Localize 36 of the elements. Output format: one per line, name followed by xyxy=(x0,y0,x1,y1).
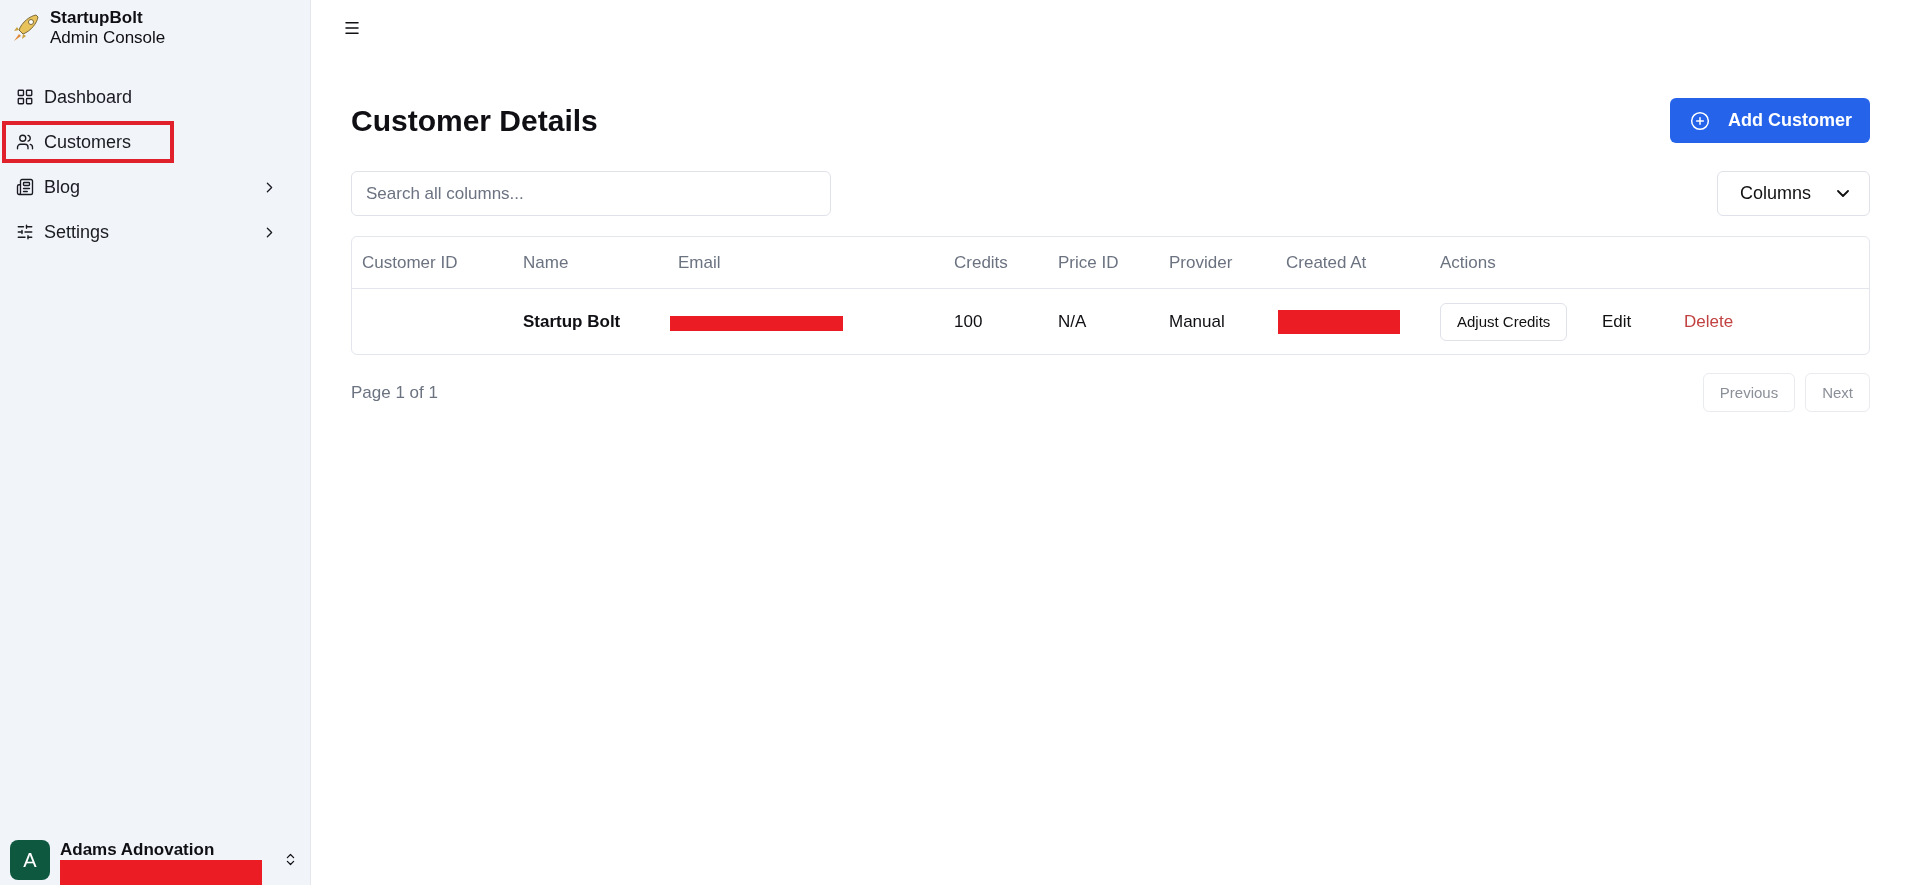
chevron-down-icon xyxy=(1837,190,1849,197)
grid-icon xyxy=(16,88,34,106)
column-header: Name xyxy=(523,252,570,273)
column-header: Provider xyxy=(1169,252,1234,273)
user-name: Adams Adnovation xyxy=(60,840,216,860)
nav-item[interactable]: Dashboard xyxy=(2,76,292,118)
column-header: Created At xyxy=(1286,252,1368,273)
column-header: Actions xyxy=(1440,252,1497,273)
plus-icon xyxy=(1690,110,1710,131)
nav-item[interactable]: Customers xyxy=(2,121,174,163)
table-cell-text: 100 xyxy=(954,311,984,332)
table-cell-text: Startup Bolt xyxy=(523,311,622,332)
column-header: Credits xyxy=(954,252,1009,273)
table-cell-text: N/A xyxy=(1058,311,1088,332)
avatar: A xyxy=(10,840,50,880)
adjust-credits-button[interactable]: Adjust Credits xyxy=(1440,302,1568,341)
table-cell-text: Manual xyxy=(1169,311,1226,332)
edit-button[interactable]: Edit xyxy=(1602,311,1632,332)
delete-button[interactable]: Delete xyxy=(1684,311,1734,332)
column-header: Customer ID xyxy=(362,252,459,273)
column-header: Price ID xyxy=(1058,252,1120,273)
users-icon xyxy=(16,133,34,151)
rocket-logo-icon xyxy=(12,13,40,43)
nav-item[interactable]: Blog xyxy=(2,166,292,208)
search-field[interactable]: Search all columns... xyxy=(351,171,831,216)
brand-subtitle: Admin Console xyxy=(50,28,166,48)
column-header: Email xyxy=(678,252,722,273)
sliders-icon xyxy=(16,223,34,241)
page-title: Customer Details xyxy=(351,103,598,138)
menu-icon[interactable] xyxy=(343,19,361,37)
newspaper-icon xyxy=(16,178,34,196)
columns-button[interactable]: Columns xyxy=(1716,171,1870,216)
page-indicator: Page 1 of 1 xyxy=(351,382,438,403)
nav-item[interactable]: Settings xyxy=(2,211,292,253)
add-customer-button[interactable]: Add Customer xyxy=(1670,98,1870,143)
brand-name: StartupBolt xyxy=(50,8,144,28)
